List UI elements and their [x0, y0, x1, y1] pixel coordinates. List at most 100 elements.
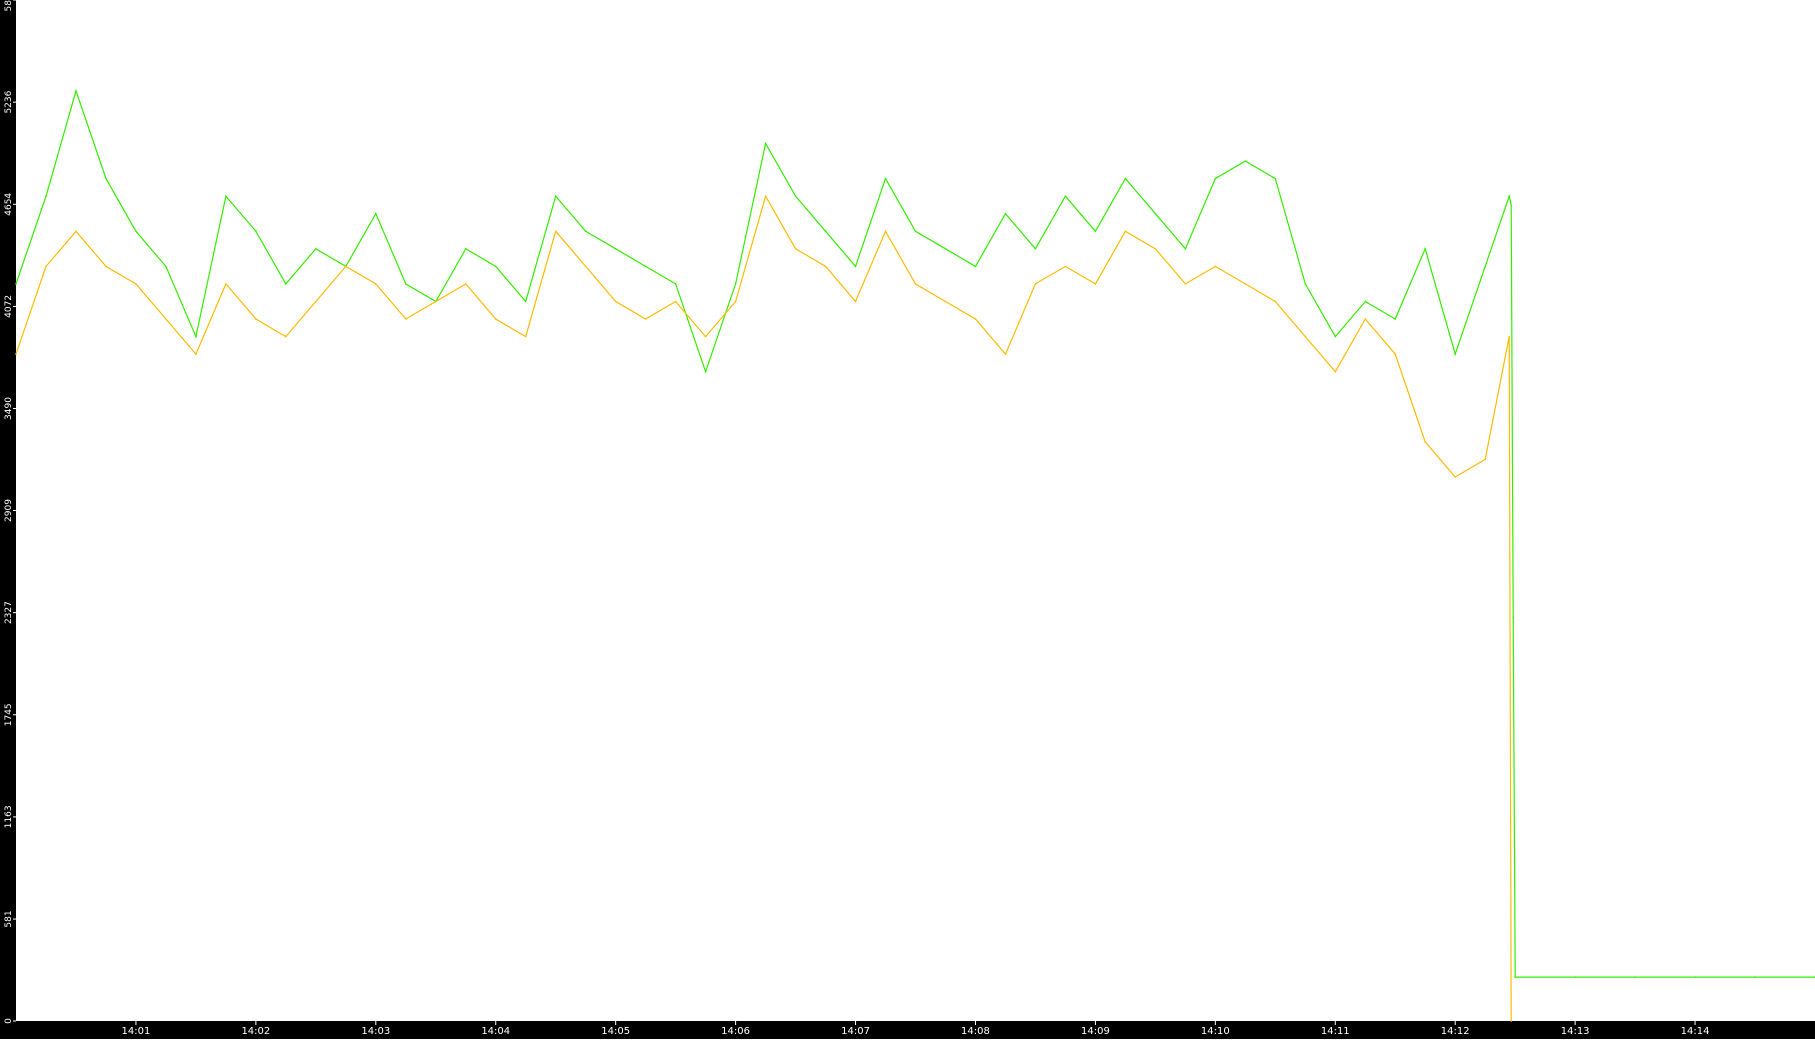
plot-area — [16, 0, 1815, 1021]
data-point — [1154, 248, 1157, 250]
data-point — [1004, 353, 1007, 355]
data-point — [1512, 616, 1514, 619]
x-tick-label: 14:05 — [601, 1026, 630, 1037]
data-point — [884, 177, 887, 180]
data-point — [195, 335, 197, 338]
data-point — [75, 230, 77, 233]
data-point — [1484, 458, 1486, 461]
data-point — [1094, 230, 1097, 233]
data-point — [884, 230, 887, 233]
data-point — [45, 195, 47, 197]
y-tick-label: 4072 — [4, 295, 14, 318]
data-point — [734, 300, 737, 303]
data-point — [285, 283, 287, 285]
data-point — [1694, 976, 1696, 978]
data-point — [1514, 976, 1516, 978]
data-point — [914, 230, 917, 233]
data-point — [165, 318, 167, 320]
data-point — [1304, 335, 1307, 338]
y-tick-label: 0 — [4, 1018, 14, 1024]
data-point — [1510, 204, 1512, 206]
data-point — [854, 265, 857, 268]
data-point — [1508, 335, 1510, 338]
data-point — [105, 177, 107, 180]
data-point — [375, 283, 377, 285]
data-point — [315, 300, 317, 303]
data-point — [1094, 283, 1097, 285]
data-point — [1364, 318, 1367, 320]
data-point — [824, 230, 827, 233]
data-point — [914, 283, 917, 285]
data-point — [1574, 976, 1576, 978]
data-point — [974, 318, 977, 320]
data-point — [1484, 265, 1486, 268]
data-point — [255, 230, 257, 233]
data-point — [315, 248, 317, 250]
data-point — [1754, 976, 1756, 978]
data-point — [285, 335, 287, 338]
data-point — [1154, 212, 1157, 215]
data-point — [614, 300, 617, 303]
data-point — [1064, 265, 1067, 268]
data-point — [165, 265, 167, 268]
data-point — [644, 265, 647, 268]
data-point — [345, 265, 347, 268]
data-point — [135, 283, 137, 285]
data-point — [1244, 283, 1247, 285]
data-point — [1274, 300, 1277, 303]
y-tick-label: 1163 — [4, 805, 14, 828]
data-point — [674, 283, 677, 285]
data-point — [1394, 318, 1396, 320]
y-tick-label: 1745 — [4, 703, 14, 726]
data-point — [704, 370, 707, 373]
x-tick-label: 14:06 — [721, 1026, 750, 1037]
data-point — [1124, 230, 1127, 233]
data-point — [584, 230, 587, 233]
data-point — [105, 265, 107, 268]
data-point — [554, 195, 557, 197]
data-point — [764, 195, 767, 197]
chart: 0 581 1163 1745 2327 2909 3490 4072 4654 5236 5818… — [0, 0, 1815, 1039]
data-point — [764, 142, 767, 145]
y-tick-label: 4654 — [4, 193, 14, 216]
y-tick-label: 2909 — [4, 499, 14, 522]
data-point — [465, 248, 467, 250]
data-point — [1510, 1020, 1512, 1022]
data-point — [75, 90, 77, 92]
data-point — [794, 195, 797, 197]
data-point — [1124, 177, 1127, 180]
data-point — [1214, 177, 1217, 180]
data-point — [614, 248, 617, 250]
data-point — [255, 318, 257, 320]
data-point — [15, 283, 17, 285]
data-point — [435, 300, 437, 303]
data-point — [1034, 248, 1037, 250]
data-point — [1334, 335, 1337, 338]
data-point — [1244, 160, 1247, 162]
data-point — [1634, 976, 1636, 978]
data-point — [135, 230, 137, 233]
data-point — [824, 265, 827, 268]
y-tick-label: 2327 — [4, 601, 14, 624]
data-point — [195, 353, 197, 355]
x-tick-label: 14:04 — [481, 1026, 510, 1037]
data-point — [554, 230, 557, 233]
data-point — [405, 283, 407, 285]
x-tick-label: 14:10 — [1201, 1026, 1230, 1037]
data-point — [734, 283, 737, 285]
data-point — [704, 335, 707, 338]
x-tick-label: 14:13 — [1561, 1026, 1590, 1037]
x-tick-label: 14:14 — [1681, 1026, 1710, 1037]
data-point — [375, 212, 377, 215]
data-point — [1364, 300, 1367, 303]
data-point — [1454, 353, 1456, 355]
data-point — [1034, 283, 1037, 285]
x-tick-label: 14:03 — [361, 1026, 390, 1037]
data-point — [405, 318, 407, 320]
data-point — [674, 300, 677, 303]
data-point — [1304, 283, 1307, 285]
data-point — [1004, 212, 1007, 215]
data-point — [225, 195, 227, 197]
data-point — [494, 265, 497, 268]
y-tick-label: 5818 — [4, 0, 14, 11]
